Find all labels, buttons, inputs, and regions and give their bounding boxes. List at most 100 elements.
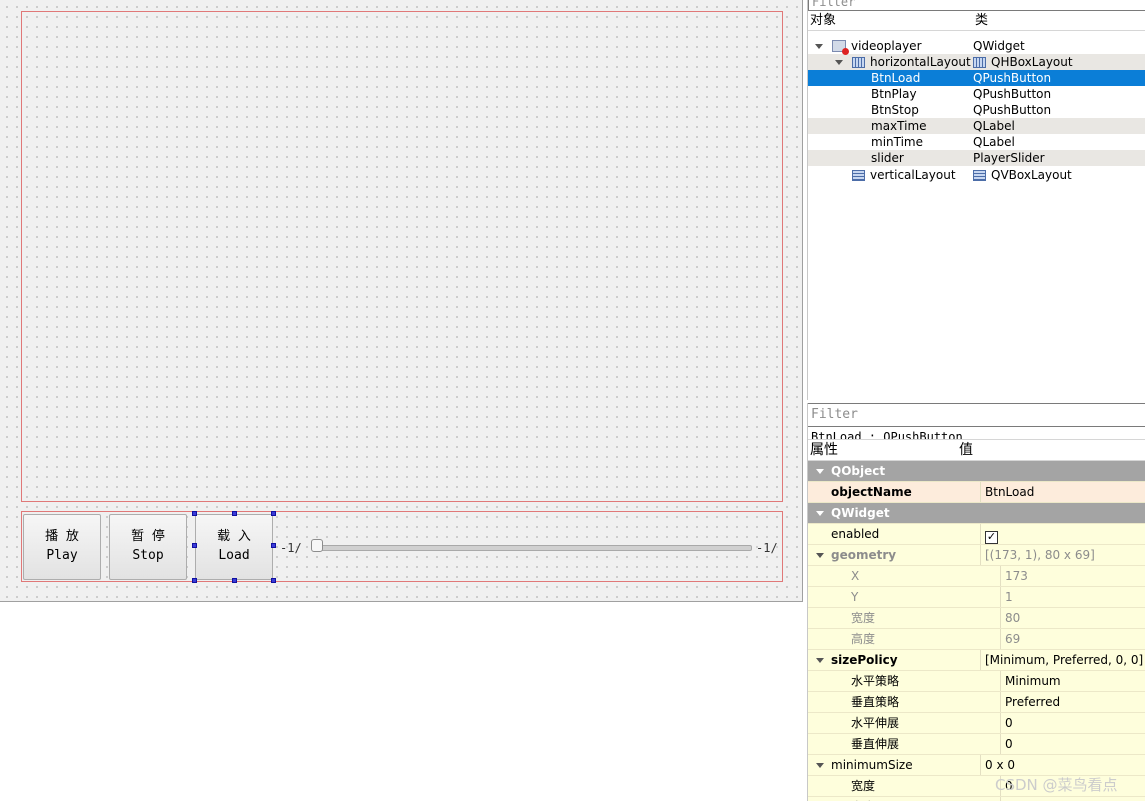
- tree-item-class: QPushButton: [973, 87, 1052, 101]
- prop-height[interactable]: 高度 69: [808, 629, 1145, 650]
- expand-arrow-icon[interactable]: [835, 60, 843, 65]
- prop-value[interactable]: 0: [1001, 713, 1145, 733]
- tree-row-BtnPlay[interactable]: BtnPlay QPushButton: [808, 86, 1145, 102]
- value-column-header[interactable]: 值: [957, 440, 973, 460]
- slider-groove[interactable]: [318, 545, 752, 551]
- prop-minimumSize[interactable]: minimumSize 0 x 0: [808, 755, 1145, 776]
- prop-value[interactable]: [Minimum, Preferred, 0, 0]: [981, 650, 1145, 670]
- prop-value[interactable]: BtnLoad: [981, 482, 1145, 502]
- object-tree-header: 对象 类: [808, 11, 1145, 31]
- prop-key: geometry: [831, 548, 897, 562]
- tree-row-minTime[interactable]: minTime QLabel: [808, 134, 1145, 150]
- prop-key: 水平策略: [808, 671, 1001, 691]
- resize-handle-tl[interactable]: [192, 511, 197, 516]
- prop-sizePolicy[interactable]: sizePolicy [Minimum, Preferred, 0, 0]: [808, 650, 1145, 671]
- horizontal-layout-area[interactable]: 播 放 Play 暂 停 Stop 载 入 Load -1/0 -1/0: [21, 511, 783, 583]
- prop-value[interactable]: Preferred: [1001, 692, 1145, 712]
- prop-key: objectName: [808, 482, 981, 502]
- prop-value[interactable]: 173: [1001, 566, 1145, 586]
- vbox-layout-icon: [852, 170, 865, 181]
- play-button-en-label: Play: [46, 548, 78, 563]
- resize-handle-tr[interactable]: [271, 511, 276, 516]
- form-canvas[interactable]: 播 放 Play 暂 停 Stop 载 入 Load -1/0 -1/0: [0, 0, 803, 602]
- prop-key: 垂直策略: [808, 692, 1001, 712]
- load-button[interactable]: 载 入 Load: [195, 514, 273, 580]
- min-time-label: -1/0: [280, 541, 302, 555]
- tree-row-maxTime[interactable]: maxTime QLabel: [808, 118, 1145, 134]
- prop-v-policy[interactable]: 垂直策略 Preferred: [808, 692, 1145, 713]
- prop-x[interactable]: X 173: [808, 566, 1145, 587]
- tree-item-name: BtnPlay: [871, 87, 917, 101]
- tree-row-BtnStop[interactable]: BtnStop QPushButton: [808, 102, 1145, 118]
- resize-handle-br[interactable]: [271, 578, 276, 583]
- tree-item-class: QHBoxLayout: [991, 55, 1073, 69]
- tree-item-name: BtnLoad: [871, 71, 921, 85]
- vbox-layout-icon: [973, 170, 986, 181]
- tree-row-verticalLayout[interactable]: verticalLayout QVBoxLayout: [808, 166, 1145, 184]
- prop-enabled[interactable]: enabled ✓: [808, 524, 1145, 545]
- tree-row-BtnLoad[interactable]: BtnLoad QPushButton: [808, 70, 1145, 86]
- prop-key: 高度: [808, 797, 1001, 801]
- property-column-header[interactable]: 属性: [808, 440, 957, 460]
- load-button-en-label: Load: [218, 548, 250, 563]
- tree-row-videoplayer[interactable]: videoplayer QWidget: [808, 38, 1145, 55]
- prop-geometry[interactable]: geometry [(173, 1), 80 x 69]: [808, 545, 1145, 566]
- prop-value[interactable]: 69: [1001, 629, 1145, 649]
- prop-h-stretch[interactable]: 水平伸展 0: [808, 713, 1145, 734]
- prop-h-policy[interactable]: 水平策略 Minimum: [808, 671, 1145, 692]
- property-editor: Filter BtnLoad : QPushButton 属性 值 QObjec…: [807, 403, 1145, 801]
- tree-row-slider[interactable]: slider PlayerSlider: [808, 150, 1145, 166]
- resize-handle-r[interactable]: [271, 543, 276, 548]
- property-header: 属性 值: [808, 439, 1145, 461]
- prop-value[interactable]: 0 x 0: [981, 755, 1145, 775]
- object-filter-input[interactable]: Filter: [808, 0, 1145, 11]
- object-inspector: Filter 对象 类 videoplayer QWidget horizont…: [807, 0, 1145, 400]
- prop-key: 宽度: [808, 608, 1001, 628]
- resize-handle-l[interactable]: [192, 543, 197, 548]
- class-column-header[interactable]: 类: [973, 11, 988, 30]
- prop-key: enabled: [808, 524, 981, 544]
- resize-handle-b[interactable]: [232, 578, 237, 583]
- collapse-arrow-icon[interactable]: [816, 553, 824, 558]
- max-time-label: -1/0: [756, 541, 778, 555]
- expand-arrow-icon[interactable]: [815, 44, 823, 49]
- prop-value[interactable]: 80: [1001, 608, 1145, 628]
- property-filter-input[interactable]: Filter: [808, 403, 1145, 427]
- prop-min-height[interactable]: 高度 0: [808, 797, 1145, 801]
- prop-value[interactable]: 1: [1001, 587, 1145, 607]
- enabled-checkbox[interactable]: ✓: [985, 531, 998, 544]
- prop-y[interactable]: Y 1: [808, 587, 1145, 608]
- object-column-header[interactable]: 对象: [808, 11, 973, 30]
- tree-row-horizontalLayout[interactable]: horizontalLayout QHBoxLayout: [808, 54, 1145, 70]
- prop-key: minimumSize: [831, 758, 913, 772]
- collapse-arrow-icon[interactable]: [816, 763, 824, 768]
- prop-key: Y: [808, 587, 1001, 607]
- prop-width[interactable]: 宽度 80: [808, 608, 1145, 629]
- stop-button-en-label: Stop: [132, 548, 164, 563]
- prop-objectName[interactable]: objectName BtnLoad: [808, 482, 1145, 503]
- prop-key: 水平伸展: [808, 713, 1001, 733]
- resize-handle-t[interactable]: [232, 511, 237, 516]
- prop-v-stretch[interactable]: 垂直伸展 0: [808, 734, 1145, 755]
- section-qobject[interactable]: QObject: [808, 461, 1145, 482]
- prop-value[interactable]: Minimum: [1001, 671, 1145, 691]
- collapse-arrow-icon[interactable]: [816, 658, 824, 663]
- tree-item-class: PlayerSlider: [973, 151, 1045, 165]
- collapse-arrow-icon[interactable]: [816, 469, 824, 474]
- slider-handle[interactable]: [311, 539, 323, 552]
- stop-button[interactable]: 暂 停 Stop: [109, 514, 187, 580]
- prop-value[interactable]: 0: [1001, 734, 1145, 754]
- collapse-arrow-icon[interactable]: [816, 511, 824, 516]
- tree-item-class: QPushButton: [973, 103, 1052, 117]
- resize-handle-bl[interactable]: [192, 578, 197, 583]
- play-button[interactable]: 播 放 Play: [23, 514, 101, 580]
- vertical-layout-area[interactable]: [21, 11, 783, 502]
- widget-icon: [832, 40, 849, 55]
- prop-value[interactable]: 0: [1001, 797, 1145, 801]
- tree-item-class: QLabel: [973, 135, 1015, 149]
- tree-item-name: verticalLayout: [870, 168, 956, 182]
- watermark: CSDN @菜鸟看点: [995, 776, 1118, 794]
- tree-item-name: maxTime: [871, 119, 927, 133]
- section-qwidget[interactable]: QWidget: [808, 503, 1145, 524]
- prop-value[interactable]: [(173, 1), 80 x 69]: [981, 545, 1145, 565]
